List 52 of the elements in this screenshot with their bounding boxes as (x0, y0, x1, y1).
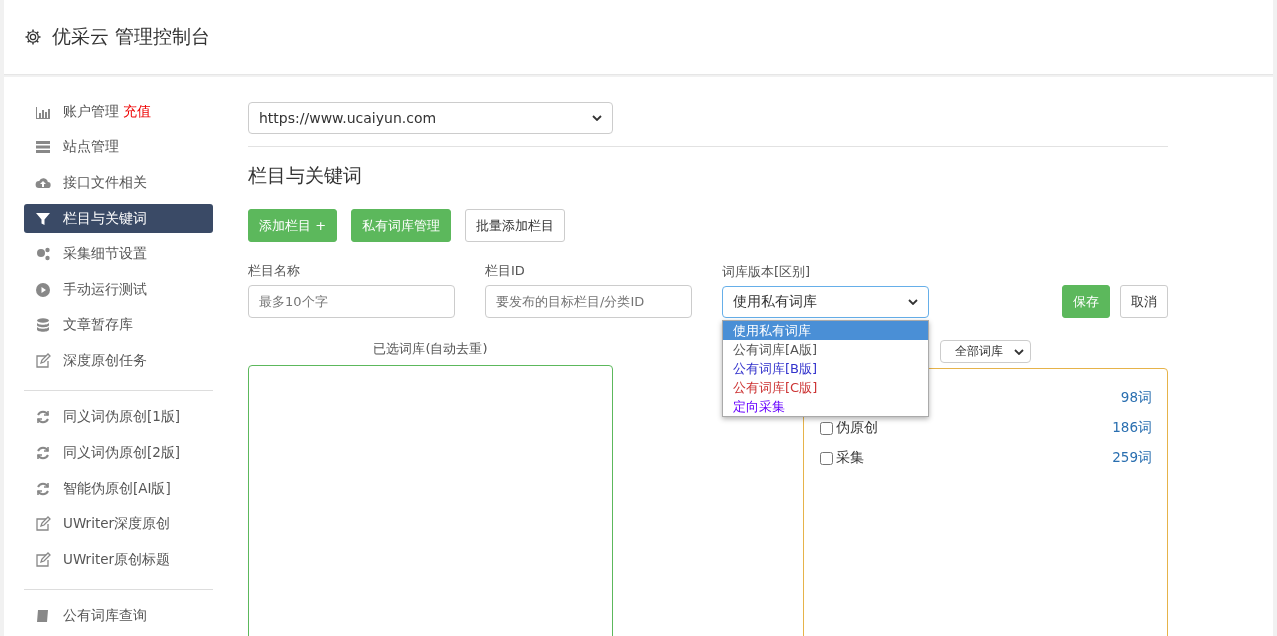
sidebar-item[interactable]: 文章暂存库 (24, 310, 213, 341)
id-input[interactable]: 要发布的目标栏目/分类ID (485, 285, 692, 318)
refresh-icon (35, 480, 51, 497)
name-input[interactable]: 最多10个字 (248, 285, 455, 318)
cancel-button[interactable]: 取消 (1120, 285, 1168, 318)
sidebar-item[interactable]: 同义词伪原创[2版] (24, 438, 213, 468)
refresh-icon (35, 409, 51, 426)
server-icon (35, 139, 51, 156)
settings-icon (24, 28, 42, 46)
sidebar-item[interactable]: 手动运行测试 (24, 274, 213, 305)
sidebar-item[interactable]: UWriter原创标题 (24, 544, 213, 575)
dropdown-option[interactable]: 定向采集 (723, 397, 928, 416)
library-checkbox[interactable] (820, 421, 833, 435)
sidebar-item[interactable]: 账户管理 充值 (24, 97, 213, 127)
edit-icon (35, 516, 51, 533)
dropdown-option[interactable]: 公有词库[C版] (723, 378, 928, 397)
field-label: 栏目名称 (248, 262, 301, 280)
field-label: 词库版本[区别] (722, 263, 812, 281)
sidebar-item[interactable]: 同义词伪原创[1版] (24, 402, 213, 433)
word-count: 259词 (1112, 449, 1152, 467)
sidebar-item[interactable]: 站点管理 (24, 132, 213, 163)
library-name: 采集 (836, 449, 864, 467)
sidebar-item[interactable]: UWriter深度原创 (24, 509, 213, 539)
edit-icon (35, 551, 51, 568)
sidebar-item[interactable]: 深度原创任务 (24, 346, 213, 376)
filter-icon (35, 210, 51, 227)
library-filter-select[interactable]: 全部词库 (940, 340, 1031, 363)
caret-icon (592, 115, 602, 121)
sidebar-item[interactable]: 栏目与关键词 (24, 203, 213, 234)
selected-libraries-label: 已选词库(自动去重) (373, 340, 488, 358)
refresh-icon (35, 445, 51, 461)
section-title: 栏目与关键词 (248, 163, 363, 188)
dropdown-option[interactable]: 公有词库[B版] (723, 359, 928, 378)
library-name: 伪原创 (836, 419, 878, 437)
sidebar-item[interactable]: 采集细节设置 (24, 239, 213, 269)
field-label: 栏目ID (485, 262, 526, 280)
word-count: 98词 (1120, 389, 1152, 407)
edit-icon (35, 352, 51, 369)
toolbar-button[interactable]: 批量添加栏目 (465, 209, 566, 242)
caret-icon (1014, 348, 1024, 355)
sidebar-item[interactable]: 接口文件相关 (24, 168, 213, 198)
sidebar-item[interactable]: 公有词库查询 (24, 601, 213, 632)
database-icon (35, 317, 51, 334)
caret-icon (908, 299, 918, 305)
dropdown-option[interactable]: 公有词库[A版] (723, 340, 928, 359)
sidebar-item[interactable]: 智能伪原创[AI版] (24, 473, 213, 504)
play-icon (35, 281, 51, 298)
library-select[interactable]: 使用私有词库 (722, 286, 929, 318)
word-count: 186词 (1112, 419, 1152, 437)
console-title: 优采云 管理控制台 (52, 24, 211, 49)
library-checkbox[interactable] (820, 451, 833, 465)
site-select[interactable]: https://www.ucaiyun.com (248, 102, 613, 134)
